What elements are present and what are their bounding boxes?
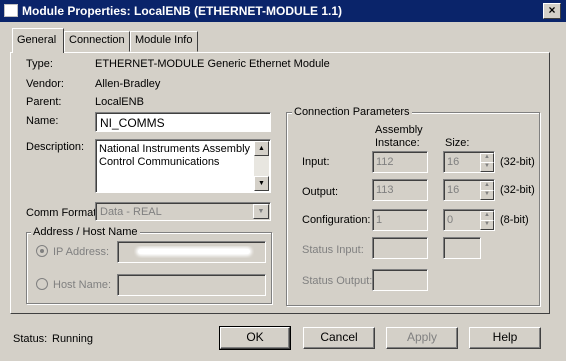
ip-address-redaction — [134, 246, 254, 258]
tab-module-info-label: Module Info — [135, 34, 193, 46]
status-input-instance-field[interactable] — [372, 237, 428, 259]
address-group-title: Address / Host Name — [31, 226, 140, 238]
name-input[interactable]: NI_COMMS — [95, 112, 271, 132]
parent-value: LocalENB — [95, 96, 144, 108]
spin-down-icon[interactable]: ▼ — [480, 220, 494, 230]
status-output-label: Status Output: — [302, 275, 373, 287]
spin-down-icon[interactable]: ▼ — [480, 162, 494, 172]
host-name-label: Host Name: — [53, 279, 112, 291]
status-input-label: Status Input: — [302, 244, 364, 256]
tab-general-label: General — [17, 34, 57, 46]
type-label: Type: — [26, 58, 53, 70]
window-title: Module Properties: LocalENB (ETHERNET-MO… — [22, 4, 343, 18]
input-instance-field[interactable]: 112 — [372, 151, 428, 173]
ip-address-label: IP Address: — [53, 246, 110, 258]
vendor-label: Vendor: — [26, 78, 64, 90]
comm-format-select[interactable]: Data - REAL ▼ — [95, 202, 271, 221]
configuration-unit: (8-bit) — [500, 214, 529, 226]
configuration-instance-field[interactable]: 1 — [372, 209, 428, 231]
description-scrollbar[interactable]: ▲ ▼ — [254, 141, 269, 191]
ip-address-field[interactable] — [117, 241, 266, 263]
output-label: Output: — [302, 186, 339, 198]
tab-module-info[interactable]: Module Info — [130, 31, 198, 52]
close-button[interactable]: × — [543, 3, 561, 19]
close-icon: × — [548, 3, 556, 17]
description-textarea[interactable]: National Instruments Assembly Control Co… — [95, 139, 271, 193]
status-output-instance-field[interactable] — [372, 269, 428, 291]
parent-label: Parent: — [26, 96, 62, 108]
input-size-spinner[interactable]: 16 ▲ ▼ — [443, 151, 495, 173]
type-value: ETHERNET-MODULE Generic Ethernet Module — [95, 58, 330, 70]
configuration-size-spinner[interactable]: 0 ▲ ▼ — [443, 209, 495, 231]
input-label: Input: — [302, 156, 330, 168]
output-instance-field[interactable]: 113 — [372, 179, 428, 201]
host-name-field[interactable] — [117, 274, 266, 296]
cancel-button[interactable]: Cancel — [303, 327, 375, 349]
ip-address-radio[interactable] — [36, 245, 48, 257]
comm-format-label: Comm Format: — [26, 207, 100, 219]
configuration-size-value: 0 — [447, 214, 454, 226]
status-label: Status: — [13, 333, 48, 345]
host-name-radio[interactable] — [36, 278, 48, 290]
tab-connection-label: Connection — [69, 34, 125, 46]
status-input-size-field[interactable] — [443, 237, 481, 259]
output-size-spinner[interactable]: 16 ▲ ▼ — [443, 179, 495, 201]
ok-button[interactable]: OK — [219, 326, 291, 350]
apply-button[interactable]: Apply — [386, 327, 458, 349]
help-button[interactable]: Help — [469, 327, 541, 349]
tab-connection[interactable]: Connection — [64, 31, 130, 52]
input-size-value: 16 — [447, 156, 460, 168]
spin-down-icon[interactable]: ▼ — [480, 190, 494, 200]
name-label: Name: — [26, 115, 59, 127]
comm-format-value: Data - REAL — [100, 206, 162, 218]
output-unit: (32-bit) — [500, 184, 535, 196]
configuration-label: Configuration: — [302, 214, 371, 226]
window-icon — [4, 4, 18, 17]
description-label: Description: — [26, 141, 85, 153]
scroll-up-icon[interactable]: ▲ — [254, 141, 269, 156]
tab-general[interactable]: General — [12, 28, 64, 53]
dropdown-icon[interactable]: ▼ — [253, 204, 269, 219]
vendor-value: Allen-Bradley — [95, 78, 161, 90]
size-header: Size: — [445, 137, 470, 149]
input-unit: (32-bit) — [500, 156, 535, 168]
connection-params-title: Connection Parameters — [292, 106, 412, 118]
description-text: National Instruments Assembly Control Co… — [99, 143, 251, 168]
scroll-down-icon[interactable]: ▼ — [254, 176, 269, 191]
status-value: Running — [52, 333, 93, 345]
title-bar[interactable]: Module Properties: LocalENB (ETHERNET-MO… — [0, 0, 566, 22]
output-size-value: 16 — [447, 184, 460, 196]
assembly-header-line2: Instance: — [375, 137, 420, 149]
assembly-header-line1: Assembly — [375, 124, 423, 136]
